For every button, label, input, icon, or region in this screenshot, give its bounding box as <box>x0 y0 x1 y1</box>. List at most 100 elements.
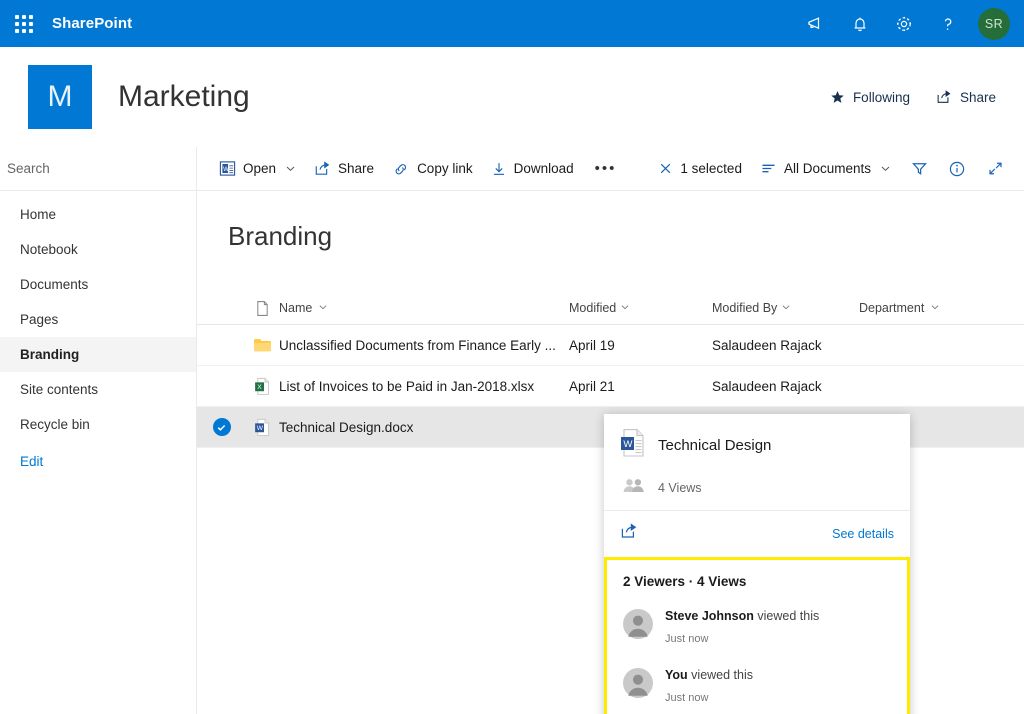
column-label: Name <box>279 301 313 315</box>
share-icon <box>314 160 331 177</box>
viewers-avatars-icon <box>622 477 650 498</box>
overflow-button[interactable]: ••• <box>583 147 629 191</box>
see-details-link[interactable]: See details <box>832 527 894 541</box>
viewer-name: You <box>665 668 688 683</box>
view-label: All Documents <box>783 161 871 176</box>
viewer-line: Steve Johnson viewed this <box>665 609 819 623</box>
sidebar-item-site-contents[interactable]: Site contents <box>0 372 196 407</box>
star-icon <box>830 90 845 105</box>
word-file-icon: W <box>246 418 279 437</box>
share-label: Share <box>959 89 996 105</box>
chevron-down-icon <box>781 301 791 315</box>
nav-list: Home Notebook Documents Pages Branding S… <box>0 191 196 479</box>
viewer-line: You viewed this <box>665 668 753 682</box>
modified-date: April 19 <box>569 337 615 353</box>
list-item: You viewed this Just now <box>623 664 891 707</box>
sidebar-item-branding[interactable]: Branding <box>0 337 196 372</box>
nav-label: Branding <box>20 347 80 362</box>
svg-text:W: W <box>223 167 229 173</box>
site-header-actions: Following Share <box>830 89 1024 105</box>
avatar <box>623 609 653 644</box>
folder-icon <box>246 337 279 353</box>
avatar[interactable]: SR <box>978 7 1010 40</box>
download-icon <box>491 161 507 177</box>
nav-label: Pages <box>20 312 59 327</box>
column-header-modified[interactable]: Modified <box>569 301 712 315</box>
column-header-department[interactable]: Department <box>859 301 999 315</box>
open-label: Open <box>243 161 277 176</box>
column-header-name[interactable]: Name <box>279 301 569 315</box>
info-icon[interactable] <box>938 147 976 191</box>
expand-icon[interactable] <box>976 147 1014 191</box>
file-type-column-icon[interactable] <box>246 300 279 317</box>
hover-card-views: 4 Views <box>620 463 894 510</box>
row-checkbox-checked[interactable] <box>197 418 246 436</box>
sidebar-item-pages[interactable]: Pages <box>0 302 196 337</box>
viewer-action: viewed this <box>753 609 820 623</box>
column-header-modified-by[interactable]: Modified By <box>712 301 859 315</box>
file-name[interactable]: Technical Design.docx <box>279 420 569 435</box>
nav-label: Recycle bin <box>20 417 90 432</box>
nav-label: Notebook <box>20 242 78 257</box>
filter-icon[interactable] <box>900 147 938 191</box>
left-navigation: Search Home Notebook Documents Pages Bra… <box>0 147 197 714</box>
viewer-text: Steve Johnson viewed this Just now <box>665 605 819 648</box>
copy-link-button[interactable]: Copy link <box>383 147 482 191</box>
nav-label: Documents <box>20 277 89 292</box>
chevron-down-icon <box>285 163 296 174</box>
hover-card-title-row: W Technical Design <box>620 428 894 463</box>
viewer-time: Just now <box>665 691 709 704</box>
megaphone-icon[interactable] <box>794 0 838 47</box>
site-header: M Marketing Following Share <box>0 47 1024 147</box>
share-button[interactable]: Share <box>305 147 383 191</box>
svg-text:W: W <box>623 439 633 450</box>
modified-by: Salaudeen Rajack <box>712 337 822 353</box>
excel-file-icon: X <box>246 377 279 396</box>
word-file-icon: W <box>219 160 236 177</box>
share-icon <box>936 89 952 105</box>
table-row[interactable]: Unclassified Documents from Finance Earl… <box>197 325 1024 366</box>
search-input[interactable]: Search <box>0 147 196 191</box>
share-button[interactable]: Share <box>936 89 996 105</box>
following-button[interactable]: Following <box>830 90 910 105</box>
table-row[interactable]: X List of Invoices to be Paid in Jan-201… <box>197 366 1024 407</box>
share-icon[interactable] <box>620 522 638 545</box>
modified-by: Salaudeen Rajack <box>712 378 822 394</box>
sidebar-item-home[interactable]: Home <box>0 197 196 232</box>
list-item: Steve Johnson viewed this Just now <box>623 605 891 648</box>
column-label: Modified <box>569 301 617 315</box>
gear-icon[interactable] <box>882 0 926 47</box>
sidebar-item-recycle-bin[interactable]: Recycle bin <box>0 407 196 442</box>
svg-text:X: X <box>257 384 262 391</box>
library-title: Branding <box>228 221 333 251</box>
bell-icon[interactable] <box>838 0 882 47</box>
link-icon <box>392 160 410 178</box>
suite-brand[interactable]: SharePoint <box>52 15 132 32</box>
copy-link-label: Copy link <box>417 161 473 176</box>
page-title: Marketing <box>118 80 250 113</box>
hover-card-actions: See details <box>604 510 910 557</box>
help-icon[interactable] <box>926 0 970 47</box>
close-icon <box>658 161 673 176</box>
sidebar-item-notebook[interactable]: Notebook <box>0 232 196 267</box>
file-name[interactable]: Unclassified Documents from Finance Earl… <box>279 338 569 353</box>
file-name[interactable]: List of Invoices to be Paid in Jan-2018.… <box>279 379 569 394</box>
sidebar-edit-link[interactable]: Edit <box>0 444 196 479</box>
chevron-down-icon <box>318 301 328 315</box>
column-label: Department <box>859 301 925 315</box>
search-placeholder: Search <box>7 161 50 176</box>
list-header-row: Name Modified Modified By Department <box>197 292 1024 325</box>
open-button[interactable]: W Open <box>210 147 305 191</box>
sidebar-item-documents[interactable]: Documents <box>0 267 196 302</box>
suite-bar: SharePoint SR <box>0 0 1024 47</box>
clear-selection-button[interactable]: 1 selected <box>649 147 751 191</box>
views-count-label: 4 Views <box>658 480 702 495</box>
view-selector-button[interactable]: All Documents <box>751 147 900 191</box>
download-button[interactable]: Download <box>482 147 583 191</box>
site-logo[interactable]: M <box>28 65 92 129</box>
nav-label: Home <box>20 207 57 222</box>
hover-card-title: Technical Design <box>658 437 772 454</box>
app-launcher-icon[interactable] <box>0 0 48 47</box>
viewer-time: Just now <box>665 632 709 645</box>
download-label: Download <box>513 161 574 176</box>
